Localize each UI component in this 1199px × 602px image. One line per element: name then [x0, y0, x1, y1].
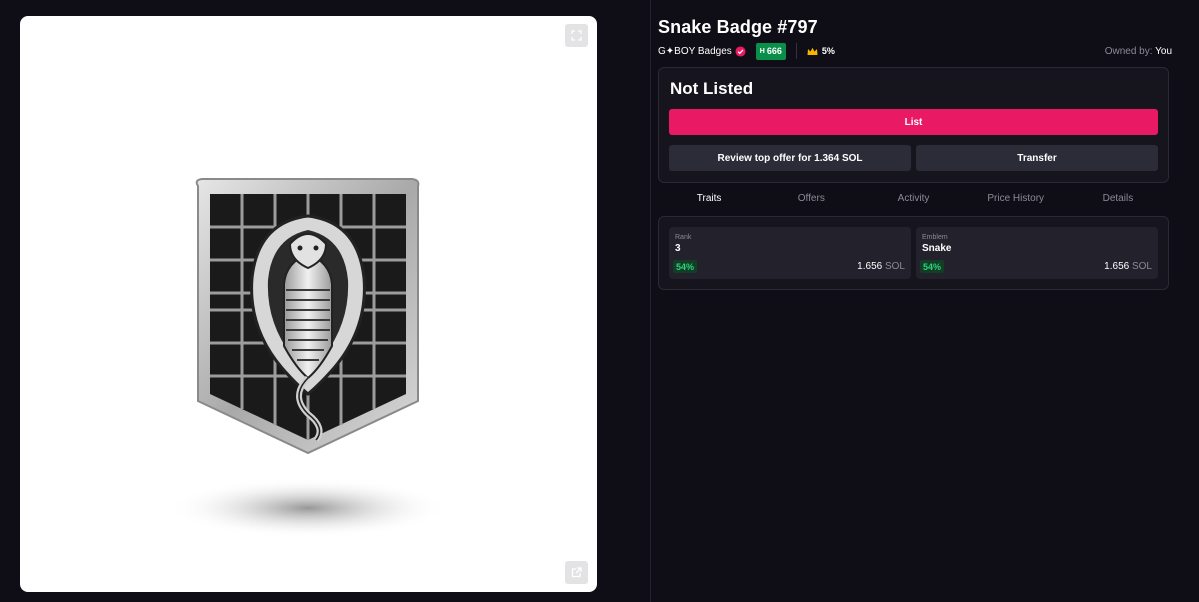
listing-card: Not Listed List Review top offer for 1.3… — [658, 67, 1169, 183]
traits-panel: Rank 3 54% 1.656 SOL Emblem Snake 54% 1.… — [658, 216, 1169, 290]
meta-separator — [795, 43, 797, 59]
open-external-button[interactable] — [565, 561, 588, 584]
rarity-rank-badge[interactable]: H 666 — [755, 42, 786, 60]
nft-image-panel[interactable] — [20, 16, 597, 592]
nft-title: Snake Badge #797 — [658, 17, 818, 37]
detail-tabs: Traits Offers Activity Price History Det… — [658, 188, 1169, 208]
royalty-indicator: 5% — [807, 46, 835, 56]
trait-price-value: 1.656 — [1104, 261, 1130, 272]
trait-value: 3 — [675, 243, 681, 254]
owner-name[interactable]: You — [1155, 46, 1172, 57]
owned-label: Owned by: — [1104, 45, 1153, 57]
verified-icon — [735, 45, 746, 57]
trait-percent-badge: 54% — [673, 260, 698, 273]
trait-price-unit: SOL — [1131, 261, 1152, 272]
trait-card-emblem[interactable]: Emblem Snake 54% 1.656 SOL — [916, 227, 1158, 279]
listing-status: Not Listed — [670, 79, 754, 98]
cobra-badge-icon — [168, 178, 448, 538]
external-link-icon — [571, 567, 582, 578]
tab-details[interactable]: Details — [1067, 188, 1169, 208]
collection-link[interactable]: G✦BOY Badges — [658, 46, 732, 57]
fullscreen-button[interactable] — [565, 24, 588, 47]
crown-icon — [807, 47, 818, 55]
rank-prefix: H — [759, 47, 765, 55]
owner-info: Owned by: You — [1105, 46, 1172, 57]
tab-offers[interactable]: Offers — [760, 188, 862, 208]
review-offer-button[interactable]: Review top offer for 1.364 SOL — [669, 145, 911, 171]
expand-icon — [571, 30, 582, 41]
rank-value: 666 — [766, 46, 782, 56]
trait-value: Snake — [922, 243, 952, 254]
tab-price-history[interactable]: Price History — [965, 188, 1067, 208]
transfer-button[interactable]: Transfer — [916, 145, 1158, 171]
royalty-value: 5% — [821, 46, 835, 56]
tab-traits[interactable]: Traits — [658, 188, 760, 208]
trait-floor-price: 1.656 SOL — [1104, 261, 1152, 272]
trait-label: Emblem — [922, 234, 948, 241]
nft-meta-row: G✦BOY Badges H 666 5% Owned by: You — [658, 42, 1172, 60]
trait-floor-price: 1.656 SOL — [857, 261, 905, 272]
tab-activity[interactable]: Activity — [862, 188, 964, 208]
list-button[interactable]: List — [669, 109, 1158, 135]
trait-price-value: 1.656 — [857, 261, 883, 272]
trait-label: Rank — [675, 234, 692, 241]
panel-divider — [650, 0, 651, 602]
trait-percent-badge: 54% — [920, 260, 945, 273]
trait-card-rank[interactable]: Rank 3 54% 1.656 SOL — [669, 227, 911, 279]
trait-price-unit: SOL — [884, 261, 905, 272]
